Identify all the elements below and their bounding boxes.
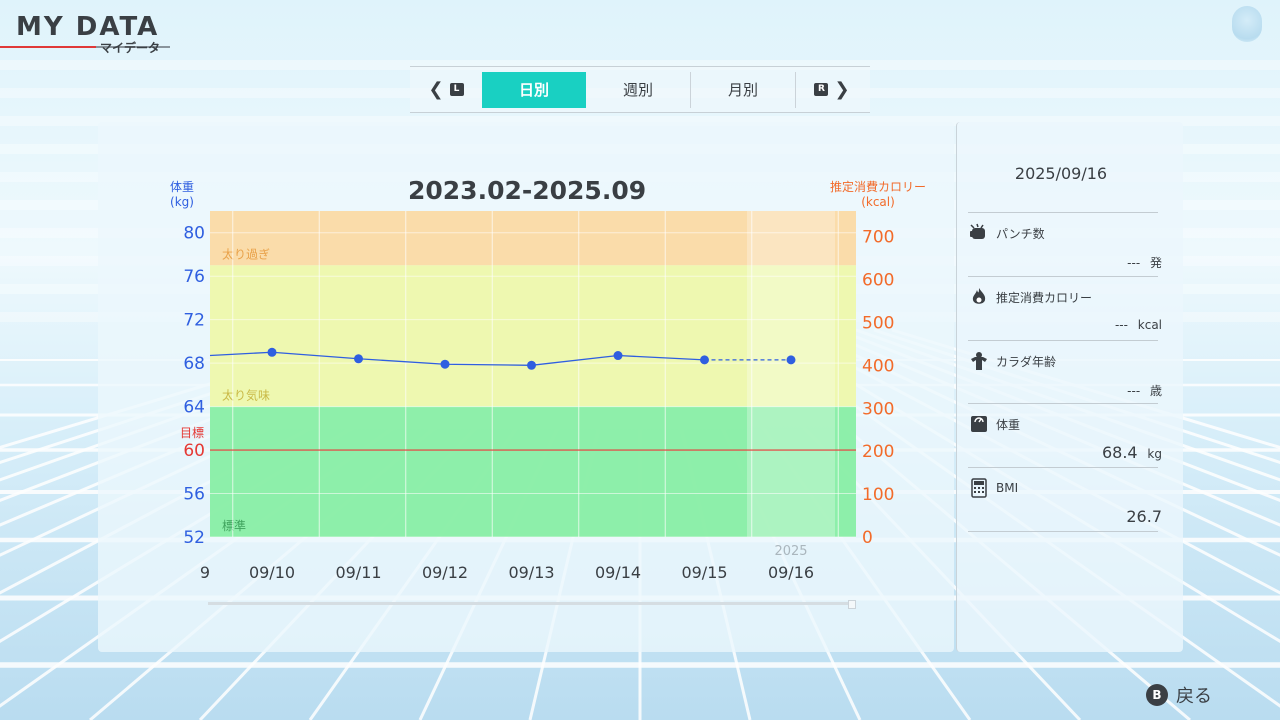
chart-title: 2023.02-2025.09 [408,176,647,205]
calorie-axis-unit: (kcal) [861,195,895,209]
divider [968,467,1158,468]
chart-scrollbar[interactable] [208,600,856,609]
stat-label: カラダ年齢 [996,354,1057,369]
calorie-tick-label: 500 [862,314,894,334]
calorie-tick-label: 300 [862,399,894,419]
weight-chart[interactable]: 太り過ぎ太り気味標準 80 76 72 68 64 60 56 52 700 600 500 400 30… [0,0,1280,720]
stat-label: パンチ数 [996,226,1045,241]
stat-unit: 発 [1149,256,1162,270]
body-age-icon [971,352,987,370]
stat-label: 体重 [996,417,1021,432]
calculator-icon [971,478,987,498]
x-tick-label: 09/13 [508,563,554,582]
stat-unit: kcal [1137,318,1162,332]
weight-tick-label: 60 [183,441,205,461]
calorie-tick-label: 200 [862,442,894,462]
weight-tick-label: 72 [183,311,205,331]
x-tick-label: 09/14 [595,563,641,582]
weight-tick-label: 52 [183,528,205,548]
weight-tick-label: 64 [183,398,205,418]
calorie-tick-label: 400 [862,356,894,376]
x-tick-label: 09/12 [422,563,468,582]
x-tick-label: 09/10 [249,563,295,582]
weight-axis-unit: (kg) [170,195,194,209]
weight-point [613,351,623,361]
scale-icon [971,416,987,432]
calorie-axis-title: 推定消費カロリー (kcal) [818,180,938,210]
stat-value: --- [1127,256,1141,270]
stat-value: --- [1127,384,1141,398]
calorie-tick-label: 600 [862,271,894,291]
calorie-axis-label: 推定消費カロリー [829,180,926,194]
year-label: 2025 [774,544,807,559]
b-key-icon: B [1146,684,1168,706]
divider [968,212,1158,213]
divider [968,276,1158,277]
punch-icon [970,223,985,239]
weight-point [267,347,277,357]
stat-label: 推定消費カロリー [996,290,1093,305]
calorie-tick-label: 0 [862,528,873,548]
stat-unit: kg [1147,447,1162,461]
divider [968,340,1158,341]
weight-tick-label: 56 [183,485,205,505]
back-button[interactable]: B 戻る [1146,682,1212,708]
calorie-tick-label: 700 [862,228,894,248]
stat-value: --- [1114,318,1128,332]
selected-date: 2025/09/16 [1014,164,1108,183]
back-label: 戻る [1176,686,1212,707]
zone-label: 太り気味 [222,388,270,403]
weight-tick-label: 68 [183,354,205,374]
weight-point [786,355,796,365]
target-label: 目標 [180,426,205,440]
weight-tick-label: 76 [183,267,205,287]
weight-tick-label: 80 [183,224,205,244]
divider [968,403,1158,404]
x-tick-label: 09/16 [768,563,814,582]
zone-label: 標準 [222,518,246,533]
weight-point [354,354,363,364]
zone-label: 太り過ぎ [222,246,270,261]
weight-point [440,359,450,369]
scrollbar-thumb[interactable] [848,600,856,609]
x-tick-label: 09/15 [681,563,727,582]
weight-point [527,360,536,370]
calorie-flame-icon [972,288,986,304]
stat-label: BMI [996,481,1019,495]
stat-value: 68.4 [1101,443,1138,462]
stat-value: 26.7 [1126,507,1162,526]
weight-axis-label: 体重 [170,180,195,194]
weight-axis-title: 体重 (kg) [170,180,194,210]
x-tick-label: 09/11 [335,563,381,582]
divider [968,531,1158,532]
stat-unit: 歳 [1149,384,1162,398]
weight-point [700,355,709,365]
calorie-tick-label: 100 [862,485,894,505]
x-tick-label: 9 [200,563,210,582]
selected-day-highlight [747,211,835,537]
